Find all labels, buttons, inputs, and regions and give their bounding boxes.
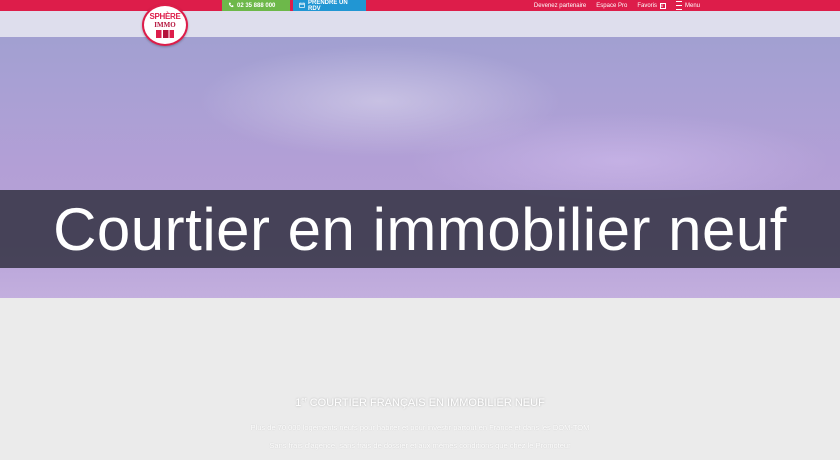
favorites-label: Favoris	[637, 2, 657, 9]
intro-headline: 1er COURTIER FRANÇAIS EN IMMOBILIER NEUF	[0, 397, 840, 409]
phone-number: 02 35 888 000	[237, 2, 276, 9]
partner-link[interactable]: Devenez partenaire	[534, 3, 586, 9]
top-bar: 02 35 888 000 PRENDRE UN RDV Devenez par…	[0, 0, 840, 12]
pro-space-link[interactable]: Espace Pro	[596, 3, 627, 9]
appointment-label: PRENDRE UN RDV	[308, 0, 348, 12]
appointment-button[interactable]: PRENDRE UN RDV	[293, 0, 366, 12]
favorites-link[interactable]: Favoris 0	[637, 2, 666, 9]
page-title: Courtier en immobilier neuf	[53, 195, 787, 263]
top-links: Devenez partenaire Espace Pro Favoris 0 …	[534, 0, 700, 11]
headline-text: COURTIER FRANÇAIS EN IMMOBILIER NEUF	[306, 397, 545, 409]
hamburger-icon	[675, 1, 682, 10]
logo-text-bottom: IMMO	[154, 20, 176, 29]
hero-title-band: Courtier en immobilier neuf	[0, 190, 840, 268]
site-logo[interactable]: SPHÈRE IMMO	[142, 4, 188, 46]
logo-text-top: SPHÈRE	[149, 11, 181, 21]
intro-line-1: Plus de 70 000 logements neufs pour habi…	[250, 423, 590, 432]
calendar-icon	[299, 2, 305, 10]
favorites-count-badge: 0	[659, 2, 666, 9]
intro-line-2: Sans frais d'agence, sans frais de dossi…	[269, 441, 571, 450]
building-icon	[156, 29, 174, 38]
menu-button[interactable]: Menu	[675, 1, 700, 10]
header-strip	[0, 11, 840, 37]
phone-icon	[228, 2, 234, 10]
menu-label: Menu	[684, 2, 700, 9]
phone-button[interactable]: 02 35 888 000	[222, 0, 290, 11]
intro-section	[0, 298, 840, 460]
